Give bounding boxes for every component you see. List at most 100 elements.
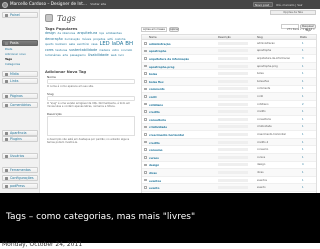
tag-cloud-link[interactable]: banheiro: [56, 43, 67, 46]
table-row[interactable]: credito credito-2 1: [142, 138, 316, 147]
tag-post-count[interactable]: 3: [302, 57, 304, 60]
menu-item-m-dia[interactable]: Mídia: [2, 71, 38, 77]
posts-submenu-item[interactable]: Adicionar novo: [5, 52, 26, 56]
visit-site-link[interactable]: Visitar site: [90, 2, 106, 6]
table-row[interactable]: design design 4: [142, 162, 316, 170]
tag-name-input[interactable]: [47, 79, 135, 84]
tag-name-link[interactable]: arquitetura da informação: [149, 57, 189, 61]
tag-post-count[interactable]: 1: [302, 141, 304, 144]
tag-cloud-link[interactable]: luminárias: [45, 53, 61, 57]
menu-item-coment-rios[interactable]: Comentários: [2, 102, 38, 108]
row-checkbox[interactable]: [144, 156, 147, 159]
table-row[interactable]: arquitetura da informação arquitetura-da-…: [142, 55, 316, 63]
table-row[interactable]: cursos cursos 1: [142, 154, 316, 162]
tag-cloud-link[interactable]: casa: [91, 42, 97, 46]
tag-cloud-link[interactable]: Usabilidade: [88, 53, 109, 57]
menu-item-painel[interactable]: Painel: [2, 12, 38, 18]
tag-name-link[interactable]: consultoria: [149, 118, 166, 122]
tag-name-link[interactable]: cursos: [149, 156, 159, 160]
menu-item-plugins[interactable]: Plugins: [2, 136, 38, 142]
menu-item-configura-es[interactable]: Configurações: [2, 175, 38, 181]
tag-post-count[interactable]: 1: [302, 72, 304, 75]
row-checkbox[interactable]: [144, 148, 147, 151]
tag-cloud-link[interactable]: texturas: [56, 48, 68, 52]
row-checkbox[interactable]: [144, 178, 147, 182]
tag-cloud-link[interactable]: concreto: [121, 49, 132, 52]
row-checkbox[interactable]: [144, 64, 147, 68]
tag-cloud-link[interactable]: livro: [118, 54, 124, 57]
row-checkbox[interactable]: [144, 87, 147, 91]
row-checkbox[interactable]: [144, 171, 147, 174]
row-checkbox[interactable]: [144, 72, 147, 75]
tag-post-count[interactable]: 1: [302, 125, 304, 128]
tag-post-count[interactable]: 1: [302, 171, 304, 174]
table-row[interactable]: consultoria consultoria 1: [142, 116, 316, 124]
tag-cloud-link[interactable]: BH: [125, 41, 133, 47]
menu-item-ferramentas[interactable]: Ferramentas: [2, 167, 38, 173]
tag-name-link[interactable]: eventos: [149, 179, 161, 183]
howdy-user-links[interactable]: Olá, marcello | Sair: [276, 3, 303, 7]
tag-name-link[interactable]: crescimento horizontal: [149, 133, 184, 137]
menu-item-p-ginas[interactable]: Páginas: [2, 93, 38, 99]
tag-name-link[interactable]: bolsa: [149, 72, 157, 76]
table-row[interactable]: bolsa bolsa 1: [142, 70, 316, 78]
tag-cloud-link[interactable]: laDA: [112, 41, 124, 47]
tag-name-link[interactable]: apostrophe: [149, 49, 166, 53]
tag-cloud-link[interactable]: escritório: [77, 43, 89, 46]
posts-submenu-item[interactable]: Categorias: [5, 62, 20, 66]
row-checkbox[interactable]: [144, 80, 147, 83]
tag-cloud-link[interactable]: design: [45, 31, 56, 35]
tag-cloud-link[interactable]: iluminação: [65, 37, 80, 41]
tag-post-count[interactable]: 1: [302, 179, 304, 182]
tag-name-link[interactable]: credito: [149, 110, 160, 114]
menu-item-posts[interactable]: Posts: [2, 40, 38, 46]
table-row[interactable]: credito credito 1: [142, 108, 316, 116]
row-checkbox[interactable]: [144, 186, 147, 189]
tag-post-count[interactable]: 1: [302, 42, 304, 45]
site-title[interactable]: Marcello Cardoso – Designer de Int... Vi…: [10, 1, 106, 6]
tag-name-link[interactable]: consumo: [149, 148, 163, 152]
row-checkbox[interactable]: [144, 57, 147, 60]
tag-name-link[interactable]: credito: [149, 141, 160, 145]
tag-name-link[interactable]: apostrophe-prog: [149, 65, 174, 69]
tag-cloud-link[interactable]: cores: [45, 48, 54, 52]
tag-cloud-link[interactable]: sala: [69, 42, 75, 46]
tag-post-count[interactable]: 1: [302, 148, 304, 151]
tag-cloud-link[interactable]: sustentabilidade: [69, 48, 97, 52]
menu-item-links[interactable]: Links: [2, 78, 38, 84]
tag-name-link[interactable]: dicas: [149, 171, 157, 175]
tag-name-link[interactable]: evento: [149, 186, 159, 190]
tag-cloud-link[interactable]: móveis: [82, 38, 91, 41]
tag-cloud-link[interactable]: paisagismo: [70, 53, 86, 57]
tag-post-count[interactable]: 1: [302, 87, 304, 90]
tag-post-count[interactable]: 1: [302, 156, 304, 159]
table-row[interactable]: consumo consumo 1: [142, 146, 316, 154]
tag-name-link[interactable]: criatividade: [149, 125, 167, 129]
tag-post-count[interactable]: 2: [302, 103, 304, 106]
tag-post-count[interactable]: 1: [302, 133, 304, 136]
table-row[interactable]: evento evento 1: [142, 184, 316, 192]
tag-cloud-link[interactable]: quarto: [45, 43, 54, 46]
tag-post-count[interactable]: 1: [302, 118, 304, 121]
menu-item-usu-rios[interactable]: Usuários: [2, 153, 38, 159]
bulk-actions-select[interactable]: Ações em massa: [141, 27, 167, 32]
tag-post-count[interactable]: 4: [302, 163, 304, 166]
tag-cloud-link[interactable]: web: [111, 53, 117, 57]
screen-options-button[interactable]: Opções de Tela: [270, 10, 316, 15]
tag-cloud-link[interactable]: LED: [100, 41, 110, 47]
tag-cloud-link[interactable]: madeira: [99, 49, 110, 52]
table-row[interactable]: conti conti 1: [142, 93, 316, 101]
row-checkbox[interactable]: [144, 125, 147, 129]
tag-cloud-link[interactable]: sofá: [107, 38, 112, 41]
posts-submenu-item[interactable]: Posts: [5, 47, 12, 51]
tag-description-textarea[interactable]: [47, 116, 135, 136]
row-checkbox[interactable]: [144, 163, 147, 167]
tag-post-count[interactable]: 1: [302, 110, 304, 113]
tag-cloud-link[interactable]: decoração: [45, 37, 63, 41]
table-row[interactable]: dicas dicas 1: [142, 169, 316, 177]
row-checkbox[interactable]: [144, 140, 147, 144]
menu-item-podpress[interactable]: podPress: [2, 183, 38, 189]
tag-cloud-link[interactable]: arquitetura: [77, 31, 97, 35]
table-row[interactable]: apostrophe-prog apostrophe-prog 1: [142, 62, 316, 71]
row-checkbox[interactable]: [144, 133, 147, 136]
